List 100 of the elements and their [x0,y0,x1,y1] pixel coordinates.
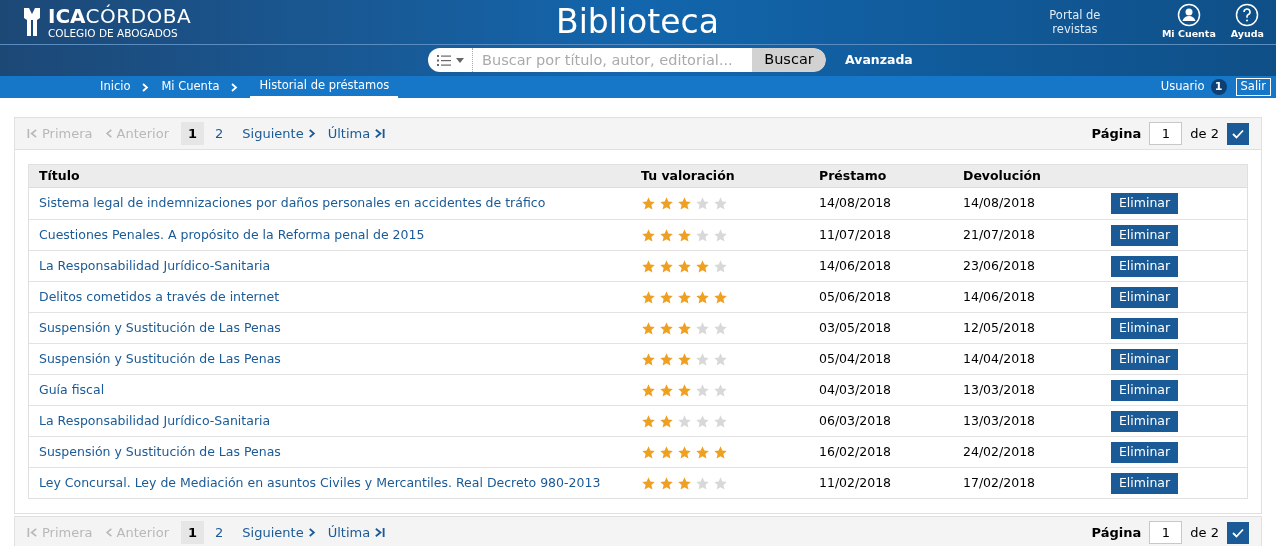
delete-button[interactable]: Eliminar [1111,348,1178,370]
star-icon[interactable] [659,258,674,274]
page-input[interactable]: 1 [1149,521,1183,544]
star-icon[interactable] [713,444,728,460]
star-icon[interactable] [713,475,728,491]
star-icon[interactable] [677,227,692,243]
star-icon[interactable] [677,444,692,460]
delete-button[interactable]: Eliminar [1111,441,1178,463]
star-icon[interactable] [713,351,728,367]
star-icon[interactable] [713,289,728,305]
go-button[interactable] [1227,521,1249,544]
advanced-search-link[interactable]: Avanzada [845,50,913,70]
next-page-link[interactable]: Siguiente [242,522,316,543]
star-icon[interactable] [677,413,692,429]
book-title-link[interactable]: Suspensión y Sustitución de Las Penas [29,442,641,462]
star-icon[interactable] [641,196,656,211]
star-rating[interactable] [641,227,728,243]
book-title-link[interactable]: La Responsabilidad Jurídico-Sanitaria [29,411,641,431]
book-title-link[interactable]: Suspensión y Sustitución de Las Penas [29,349,641,369]
star-icon[interactable] [713,413,728,429]
star-icon[interactable] [641,351,656,367]
star-icon[interactable] [695,289,710,305]
help-link[interactable]: Ayuda [1230,2,1264,42]
star-icon[interactable] [713,382,728,398]
star-icon[interactable] [695,320,710,336]
star-icon[interactable] [677,289,692,305]
star-rating[interactable] [641,444,728,460]
star-rating[interactable] [641,351,728,367]
delete-button[interactable]: Eliminar [1111,255,1178,277]
search-type-dropdown[interactable] [428,48,473,72]
portal-link[interactable]: Portal de revistas [1041,8,1108,36]
book-title-link[interactable]: Suspensión y Sustitución de Las Penas [29,318,641,338]
star-icon[interactable] [641,320,656,336]
account-link[interactable]: Mi Cuenta [1161,2,1216,42]
book-title-link[interactable]: Sistema legal de indemnizaciones por daños personales en accidentes de tráfico [29,194,641,213]
star-rating[interactable] [641,320,728,336]
star-icon[interactable] [641,258,656,274]
page-number-link[interactable]: 1 [181,121,205,146]
star-icon[interactable] [695,413,710,429]
book-title-link[interactable]: La Responsabilidad Jurídico-Sanitaria [29,256,641,276]
star-icon[interactable] [659,413,674,429]
last-page-link[interactable]: Última [327,522,386,543]
star-icon[interactable] [641,289,656,305]
star-icon[interactable] [641,227,656,243]
star-icon[interactable] [659,475,674,491]
star-icon[interactable] [677,258,692,274]
star-icon[interactable] [695,196,710,211]
star-icon[interactable] [659,351,674,367]
delete-button[interactable]: Eliminar [1111,224,1178,246]
star-icon[interactable] [641,413,656,429]
go-button[interactable] [1227,122,1249,145]
star-rating[interactable] [641,382,728,398]
star-rating[interactable] [641,196,728,211]
book-title-link[interactable]: Ley Concursal. Ley de Mediación en asuntos Civiles y Mercantiles. Real Decreto 980-2013 [29,473,641,493]
star-icon[interactable] [641,444,656,460]
book-title-link[interactable]: Cuestiones Penales. A propósito de la Reforma penal de 2015 [29,225,641,245]
star-icon[interactable] [659,320,674,336]
delete-button[interactable]: Eliminar [1111,472,1178,494]
star-icon[interactable] [659,196,674,211]
delete-button[interactable]: Eliminar [1111,410,1178,432]
star-rating[interactable] [641,289,728,305]
book-title-link[interactable]: Delitos cometidos a través de internet [29,287,641,307]
star-icon[interactable] [695,475,710,491]
star-icon[interactable] [641,475,656,491]
search-field[interactable]: Buscar por título, autor, editorial... [473,48,752,72]
star-icon[interactable] [641,382,656,398]
star-rating[interactable] [641,258,728,274]
delete-button[interactable]: Eliminar [1111,193,1178,214]
delete-button[interactable]: Eliminar [1111,379,1178,401]
star-icon[interactable] [695,444,710,460]
breadcrumb-link[interactable]: Inicio [100,76,131,98]
star-icon[interactable] [677,382,692,398]
star-icon[interactable] [695,382,710,398]
delete-button[interactable]: Eliminar [1111,286,1178,308]
star-icon[interactable] [695,258,710,274]
star-icon[interactable] [713,258,728,274]
last-page-link[interactable]: Última [327,123,386,144]
star-icon[interactable] [695,227,710,243]
star-icon[interactable] [659,444,674,460]
page-number-link[interactable]: 2 [208,520,231,545]
breadcrumb-link[interactable]: Historial de préstamos [250,76,399,98]
star-icon[interactable] [677,351,692,367]
search-button[interactable]: Buscar [752,48,826,72]
star-icon[interactable] [713,320,728,336]
star-rating[interactable] [641,475,728,491]
star-icon[interactable] [659,227,674,243]
breadcrumb-link[interactable]: Mi Cuenta [161,76,220,98]
star-icon[interactable] [713,227,728,243]
star-icon[interactable] [695,351,710,367]
star-icon[interactable] [677,196,692,211]
star-icon[interactable] [677,320,692,336]
star-rating[interactable] [641,413,728,429]
star-icon[interactable] [659,289,674,305]
star-icon[interactable] [677,475,692,491]
delete-button[interactable]: Eliminar [1111,317,1178,339]
logout-button[interactable]: Salir [1235,78,1271,96]
page-number-link[interactable]: 2 [208,121,231,146]
book-title-link[interactable]: Guía fiscal [29,380,641,400]
next-page-link[interactable]: Siguiente [242,123,316,144]
star-icon[interactable] [713,196,728,211]
